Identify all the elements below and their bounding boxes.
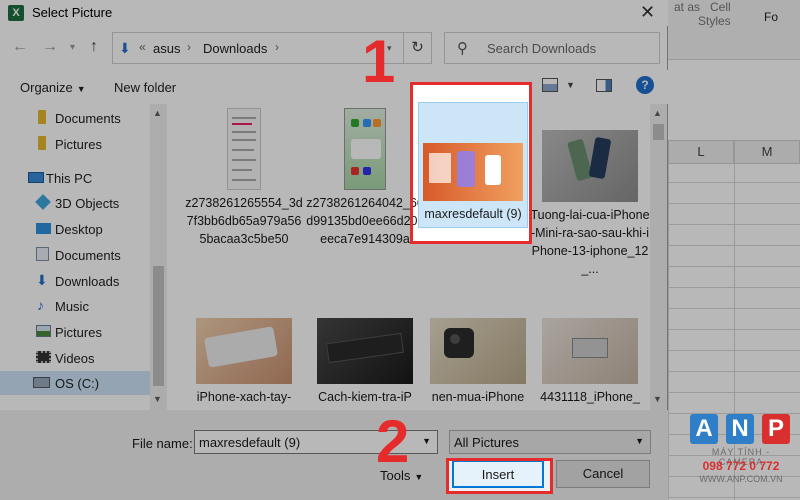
dim-overlay xyxy=(410,244,532,412)
dim-overlay xyxy=(0,82,410,412)
dim-overlay xyxy=(446,412,553,458)
dim-overlay xyxy=(446,494,553,500)
anp-logo-letters: A N P xyxy=(690,414,792,444)
dim-overlay xyxy=(0,0,800,82)
dim-overlay xyxy=(532,82,800,412)
anp-logo: A N P MÁY TÍNH - CAMERA 098 772 0 772 WW… xyxy=(690,414,792,494)
anp-phone: 098 772 0 772 xyxy=(702,459,780,473)
anp-letter: A xyxy=(690,414,718,444)
anp-letter: P xyxy=(762,414,790,444)
highlight-box-step1 xyxy=(410,82,532,244)
anp-website: WWW.ANP.COM.VN xyxy=(699,474,783,484)
highlight-box-step2 xyxy=(446,458,553,494)
anp-letter: N xyxy=(726,414,754,444)
step-number-1: 1 xyxy=(362,28,396,95)
step-number-2: 2 xyxy=(376,408,410,475)
